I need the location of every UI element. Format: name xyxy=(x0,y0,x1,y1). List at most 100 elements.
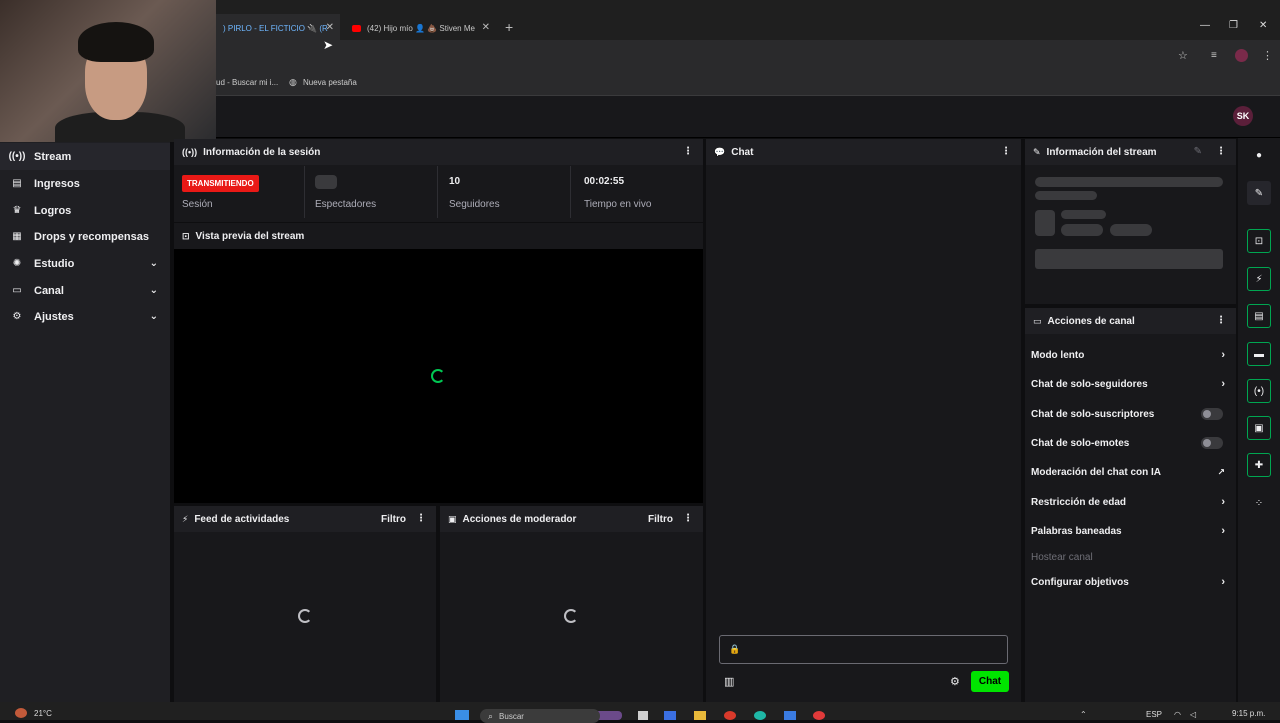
action-set-goals[interactable]: Configurar objetivos › xyxy=(1031,571,1227,593)
taskbar-search[interactable]: ⌕ Buscar xyxy=(480,709,600,723)
youtube-icon xyxy=(352,24,361,32)
document-icon[interactable]: ▤ xyxy=(1247,304,1271,328)
info-icon[interactable]: ● xyxy=(1247,143,1271,167)
minimize-icon[interactable]: — xyxy=(1200,20,1210,31)
bookmark-item[interactable]: ud - Buscar mi i... xyxy=(216,78,278,87)
extensions-icon[interactable]: ⁘ xyxy=(1247,491,1271,515)
action-banned-words[interactable]: Palabras baneadas › xyxy=(1031,520,1227,542)
more-options-icon[interactable]: ⋮ xyxy=(683,146,693,157)
skeleton-pill xyxy=(1110,224,1152,236)
app-icon[interactable] xyxy=(813,711,825,720)
more-options-icon[interactable]: ⋮ xyxy=(683,513,693,524)
action-subscribers-only[interactable]: Chat de solo-suscriptores xyxy=(1031,403,1227,425)
browser-tab[interactable]: (42) Hijo mío 👤 💩 Stiven Me ✕ xyxy=(344,14,496,42)
stat-value: 00:02:55 xyxy=(584,176,625,187)
action-age-restriction[interactable]: Restricción de edad › xyxy=(1031,491,1227,513)
chevron-right-icon: › xyxy=(1221,496,1225,508)
chevron-down-icon: ⌄ xyxy=(149,311,158,322)
store-icon[interactable]: ▥ xyxy=(724,675,734,688)
browser-tab-active[interactable]: ) PIRLO - EL FICTICIO 🔌 (R ✕ xyxy=(215,14,340,42)
store-icon[interactable] xyxy=(784,711,796,720)
globe-icon: ◍ xyxy=(289,77,297,87)
clip-icon[interactable]: ⊡ xyxy=(1247,229,1271,253)
sidebar-item-canal[interactable]: ▭ Canal ⌄ xyxy=(0,277,170,304)
search-label: Buscar xyxy=(499,711,524,721)
chat-send-button[interactable]: Chat xyxy=(971,671,1009,692)
app-icon[interactable] xyxy=(664,711,676,720)
close-tab-icon[interactable]: ✕ xyxy=(482,22,490,33)
sidebar-item-ingresos[interactable]: ▤ Ingresos xyxy=(0,170,170,197)
skeleton-button xyxy=(1035,249,1223,269)
channel-icon: ▭ xyxy=(12,285,22,296)
language-indicator[interactable]: ESP xyxy=(1146,710,1162,719)
skeleton-line xyxy=(1035,191,1097,200)
stat-label: Tiempo en vivo xyxy=(584,199,652,210)
action-emotes-only[interactable]: Chat de solo-emotes xyxy=(1031,432,1227,454)
broadcast-icon: ((•)) xyxy=(182,147,198,157)
toggle-switch[interactable] xyxy=(1201,437,1223,449)
stat-viewers: Espectadores xyxy=(305,166,437,218)
broadcast-icon[interactable]: (•) xyxy=(1247,379,1271,403)
sidebar-item-ajustes[interactable]: ⚙ Ajustes ⌄ xyxy=(0,303,170,330)
pencil-icon[interactable]: ✎ xyxy=(1247,181,1271,205)
task-view-icon[interactable] xyxy=(638,711,648,720)
more-options-icon[interactable]: ⋮ xyxy=(416,513,426,524)
tab-title: ) PIRLO - EL FICTICIO 🔌 (R xyxy=(223,23,328,33)
panel-header: ▣ Acciones de moderador Filtro ⋮ xyxy=(440,506,703,532)
gear-icon[interactable]: ⚙ xyxy=(950,675,960,688)
action-ai-moderation[interactable]: Moderación del chat con IA ↗ xyxy=(1031,461,1227,483)
lightning-icon: ⚡ xyxy=(182,513,189,524)
chat-icon[interactable]: ▬ xyxy=(1247,342,1271,366)
new-tab-icon[interactable]: + xyxy=(505,19,513,35)
edge-icon[interactable] xyxy=(754,711,766,720)
windows-start-icon[interactable] xyxy=(455,710,469,720)
lightning-icon[interactable]: ⚡ xyxy=(1247,267,1271,291)
sidebar-item-drops[interactable]: ▦ Drops y recompensas xyxy=(0,223,170,250)
toggle-switch[interactable] xyxy=(1201,408,1223,420)
sidebar-item-logros[interactable]: ♛ Logros xyxy=(0,197,170,224)
bookmark-item[interactable]: Nueva pestaña xyxy=(303,78,357,87)
money-icon: ▤ xyxy=(12,178,22,189)
filter-button[interactable]: Filtro xyxy=(381,514,406,525)
more-options-icon[interactable]: ⋮ xyxy=(1216,315,1226,326)
layout-icon[interactable]: ▣ xyxy=(1247,416,1271,440)
star-icon[interactable]: ☆ xyxy=(1178,49,1188,62)
chat-input[interactable]: 🔒 xyxy=(719,635,1008,664)
skeleton-thumb xyxy=(1035,210,1055,236)
viewers-placeholder xyxy=(315,175,337,189)
playlist-icon[interactable]: ≡ xyxy=(1211,50,1217,61)
volume-icon[interactable]: ◁ xyxy=(1190,710,1196,719)
maximize-icon[interactable]: ❐ xyxy=(1229,20,1238,31)
close-window-icon[interactable]: ✕ xyxy=(1259,20,1267,31)
chevron-up-icon[interactable]: ⌃ xyxy=(1080,710,1087,719)
edit-icon[interactable]: ✎ xyxy=(1194,146,1202,157)
gift-icon: ▦ xyxy=(12,231,22,242)
chrome-icon[interactable] xyxy=(724,711,736,720)
profile-icon[interactable] xyxy=(1235,49,1248,62)
panel-title: Acciones de moderador xyxy=(462,513,577,525)
shield-icon: ▣ xyxy=(448,513,457,524)
wrench-icon[interactable]: ✚ xyxy=(1247,453,1271,477)
panel-header: ⚡ Feed de actividades Filtro ⋮ xyxy=(174,506,436,532)
action-followers-only[interactable]: Chat de solo-seguidores › xyxy=(1031,373,1227,395)
wifi-icon[interactable]: ◠ xyxy=(1174,710,1181,719)
panel-header: ✎ Información del stream ✎ ⋮ xyxy=(1025,139,1236,165)
close-tab-icon[interactable]: ✕ xyxy=(326,22,334,33)
panel-title: Chat xyxy=(731,146,754,158)
stat-session: Sesión xyxy=(174,166,304,218)
filter-button[interactable]: Filtro xyxy=(648,514,673,525)
menu-icon[interactable]: ⋮ xyxy=(1262,49,1273,62)
skeleton-pill xyxy=(1061,224,1103,236)
more-options-icon[interactable]: ⋮ xyxy=(1216,146,1226,157)
action-label: Configurar objetivos xyxy=(1031,576,1129,588)
sidebar-item-stream[interactable]: ((•)) Stream xyxy=(0,143,170,170)
action-label: Hostear canal xyxy=(1031,551,1093,563)
action-label: Modo lento xyxy=(1031,349,1085,361)
action-slow-mode[interactable]: Modo lento › xyxy=(1031,344,1227,366)
pencil-icon: ✎ xyxy=(1033,146,1041,157)
folder-icon[interactable] xyxy=(694,711,706,720)
sidebar-item-estudio[interactable]: ✺ Estudio ⌄ xyxy=(0,250,170,277)
avatar[interactable]: SK xyxy=(1233,106,1253,126)
webcam-overlay xyxy=(0,0,216,142)
more-options-icon[interactable]: ⋮ xyxy=(1001,146,1011,157)
